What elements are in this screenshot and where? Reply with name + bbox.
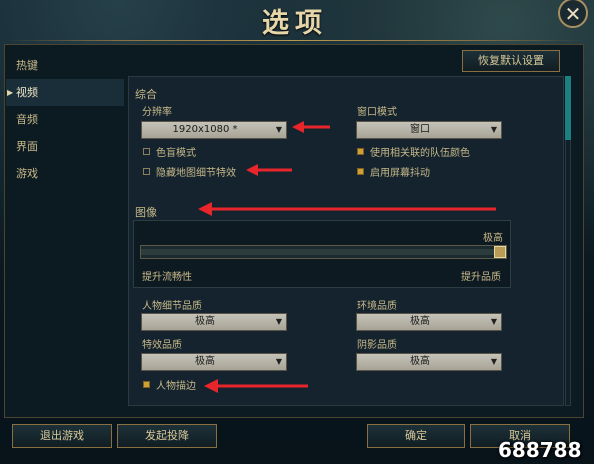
annotation-arrow-resolution (292, 121, 330, 133)
watermark: 688788 (498, 438, 582, 462)
annotation-arrow-graphics (198, 202, 496, 216)
annotation-arrow-hide-map (246, 164, 292, 176)
annotation-arrows (198, 121, 496, 393)
annotation-arrow-outline (204, 379, 308, 393)
